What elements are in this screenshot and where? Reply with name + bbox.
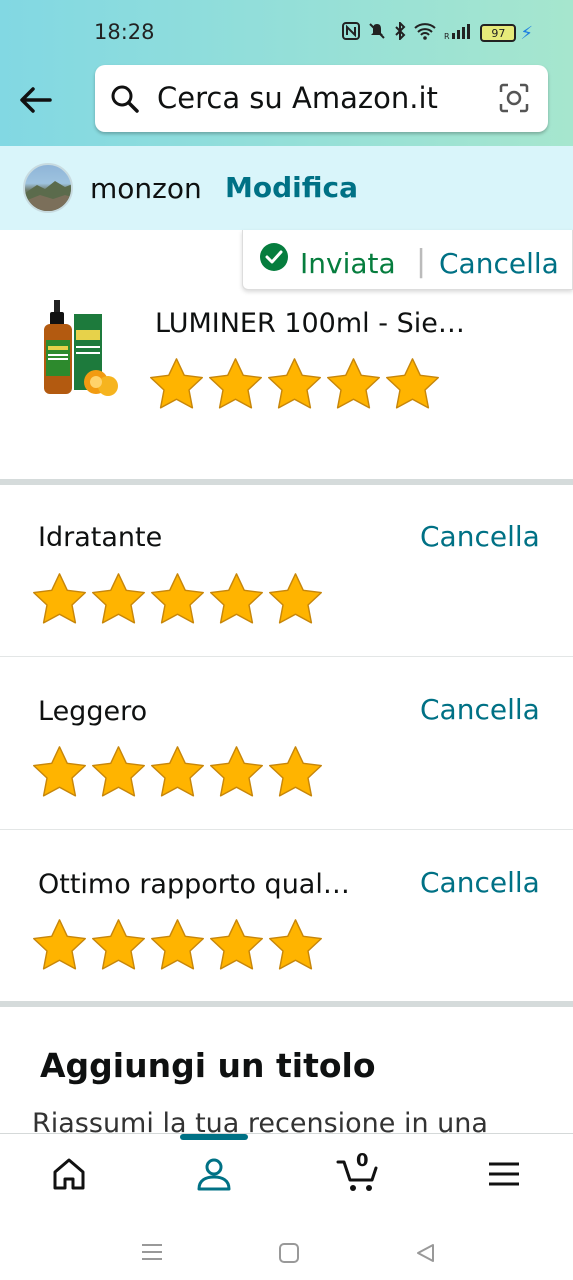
- star-icon[interactable]: [31, 744, 88, 802]
- star-icon[interactable]: [90, 917, 147, 975]
- star-icon[interactable]: [149, 917, 206, 975]
- avatar[interactable]: [23, 163, 73, 213]
- star-icon[interactable]: [149, 571, 206, 629]
- star-icon[interactable]: [31, 917, 88, 975]
- star-icon[interactable]: [90, 744, 147, 802]
- back-button-icon[interactable]: [414, 1242, 436, 1268]
- mute-icon: [368, 22, 386, 44]
- attribute-cancel-link[interactable]: Cancella: [420, 693, 540, 726]
- product-title: LUMINER 100ml - Sie…: [155, 308, 465, 339]
- home-button-icon[interactable]: [278, 1242, 300, 1268]
- star-icon[interactable]: [325, 356, 382, 414]
- add-title-heading: Aggiungi un titolo: [40, 1046, 376, 1085]
- star-icon[interactable]: [208, 744, 265, 802]
- star-icon[interactable]: [208, 917, 265, 975]
- separator: |: [416, 244, 427, 279]
- status-time: 18:28: [94, 20, 155, 44]
- charging-icon: ⚡: [520, 22, 533, 44]
- recent-apps-icon[interactable]: [141, 1242, 163, 1266]
- star-icon[interactable]: [267, 744, 324, 802]
- attribute-label-light: Leggero: [38, 696, 148, 727]
- battery-icon: 97: [480, 24, 517, 42]
- user-bar: monzon Modifica: [0, 146, 573, 230]
- attribute-rating[interactable]: [31, 744, 324, 802]
- star-icon[interactable]: [148, 356, 205, 414]
- cart-count: 0: [356, 1150, 369, 1171]
- row-divider: [0, 829, 573, 830]
- camera-scan-icon[interactable]: [498, 82, 530, 118]
- bottom-nav: 0: [0, 1133, 573, 1211]
- section-divider: [0, 1001, 573, 1007]
- svg-text:R: R: [444, 32, 450, 39]
- app-header: 18:28 R 97 ⚡ Cerca su Amazon.it: [0, 0, 573, 146]
- star-icon[interactable]: [267, 917, 324, 975]
- star-icon[interactable]: [90, 571, 147, 629]
- product-rating[interactable]: [148, 356, 441, 414]
- sent-status: Inviata: [300, 247, 396, 280]
- status-bar: 18:28 R 97 ⚡: [0, 0, 573, 62]
- wifi-icon: [414, 22, 437, 44]
- row-divider: [0, 656, 573, 657]
- search-bar[interactable]: Cerca su Amazon.it: [95, 65, 548, 132]
- signal-icon: R: [444, 23, 472, 43]
- menu-icon[interactable]: [484, 1154, 524, 1194]
- active-tab-indicator: [180, 1134, 248, 1140]
- star-icon[interactable]: [384, 356, 441, 414]
- attribute-label-moisturizing: Idratante: [38, 522, 163, 553]
- star-icon[interactable]: [267, 571, 324, 629]
- check-circle-icon: [259, 242, 289, 276]
- home-icon[interactable]: [49, 1154, 89, 1194]
- user-name: monzon: [90, 172, 202, 205]
- back-arrow-icon[interactable]: [16, 80, 56, 120]
- star-icon[interactable]: [208, 571, 265, 629]
- section-divider: [0, 479, 573, 485]
- star-icon[interactable]: [31, 571, 88, 629]
- edit-profile-link[interactable]: Modifica: [225, 171, 358, 204]
- search-icon: [109, 83, 141, 119]
- star-icon[interactable]: [266, 356, 323, 414]
- cancel-review-link[interactable]: Cancella: [439, 247, 559, 280]
- system-nav-bar: [0, 1211, 573, 1280]
- status-icons: R 97 ⚡: [342, 20, 533, 44]
- search-input[interactable]: Cerca su Amazon.it: [157, 81, 438, 115]
- star-icon[interactable]: [207, 356, 264, 414]
- bluetooth-icon: [394, 20, 406, 44]
- review-status-box: Inviata | Cancella: [242, 230, 573, 290]
- account-icon[interactable]: [194, 1154, 234, 1194]
- attribute-cancel-link[interactable]: Cancella: [420, 520, 540, 553]
- attribute-rating[interactable]: [31, 571, 324, 629]
- star-icon[interactable]: [149, 744, 206, 802]
- attribute-rating[interactable]: [31, 917, 324, 975]
- product-image: [38, 300, 124, 400]
- attribute-cancel-link[interactable]: Cancella: [420, 866, 540, 899]
- attribute-label-value: Ottimo rapporto qual…: [38, 869, 350, 900]
- nfc-icon: [342, 22, 361, 44]
